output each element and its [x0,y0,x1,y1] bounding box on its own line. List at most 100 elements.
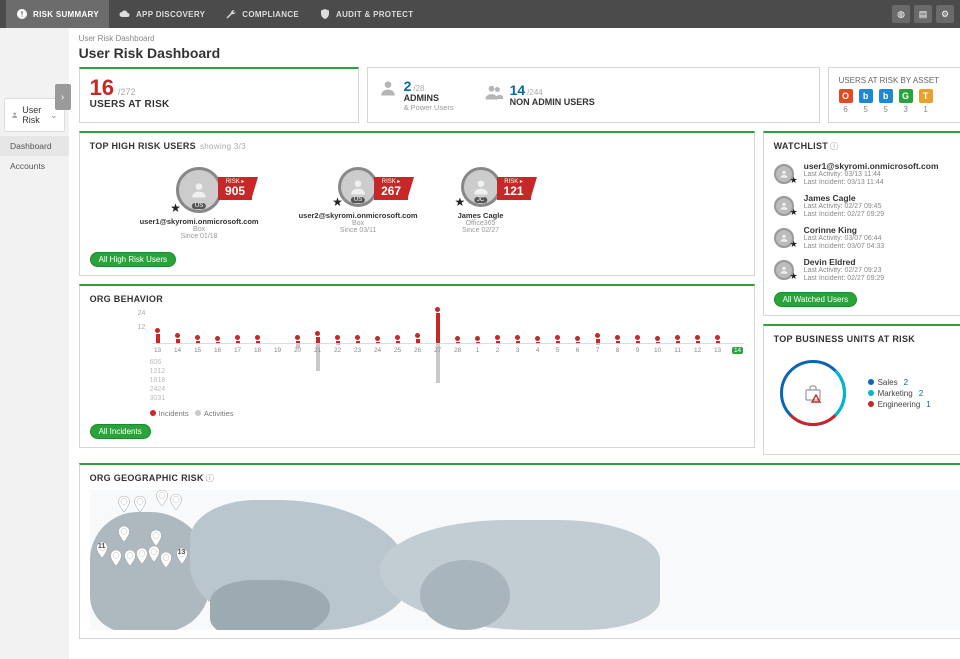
chart-bar[interactable] [672,335,684,344]
chart-bar[interactable] [452,336,464,343]
high-risk-user[interactable]: JC ★ RISK ▸121 James Cagle Office365 Sin… [458,167,504,240]
all-high-risk-users-button[interactable]: All High Risk Users [90,252,176,267]
chart-bar[interactable] [212,336,224,343]
watchlist-item[interactable]: ★ Devin Eldred Last Activity: 02/27 09:2… [774,254,960,286]
header-icon-doc[interactable]: ▤ [914,5,932,23]
incident-dot [675,335,680,340]
map-pin[interactable] [124,550,136,566]
watchlist-item[interactable]: ★ James Cagle Last Activity: 02/27 09:45… [774,190,960,222]
chart-bar[interactable] [512,335,524,344]
chart-bar[interactable] [332,335,344,344]
header-icon-settings[interactable]: ⚙ [936,5,954,23]
chart-bar[interactable] [472,336,484,343]
chart-bar[interactable] [432,307,444,343]
activity-bar [696,343,700,344]
admins-count: 2 [404,78,412,94]
chart-bar[interactable] [412,333,424,343]
tab-app-discovery[interactable]: APP DISCOVERY [109,0,215,28]
section-title: ORG GEOGRAPHIC RISK [90,473,204,483]
map-pin[interactable]: 13 [176,548,188,564]
help-icon[interactable]: ⓘ [206,474,214,483]
card-business-units: TOP BUSINESS UNITS AT RISK Sales 2 Marke… [763,324,960,455]
map-pin[interactable] [118,526,130,542]
bu-value: 2 [919,389,923,398]
activity-bar [176,343,180,344]
chart-bar[interactable] [692,335,704,344]
tab-compliance[interactable]: COMPLIANCE [215,0,309,28]
asset-item[interactable]: b 5 [879,89,893,114]
map-pin[interactable] [136,548,148,564]
chart-bar[interactable] [372,336,384,343]
chart-bar[interactable] [652,336,664,343]
tab-risk-summary[interactable]: RISK SUMMARY [6,0,109,28]
chart-bar[interactable] [612,335,624,344]
bu-name: Engineering [878,400,921,409]
chart-bar[interactable] [232,335,244,344]
sidebar-title-label: User Risk [22,105,46,125]
chart-bar[interactable] [552,335,564,344]
chart-bar[interactable] [572,336,584,343]
asset-item[interactable]: G 3 [899,89,913,114]
bu-legend-item[interactable]: Marketing 2 [868,389,931,398]
chart-bar[interactable] [292,335,304,344]
watchlist-item[interactable]: ★ Corinne King Last Activity: 03/07 06:4… [774,222,960,254]
map-pin[interactable] [160,552,172,568]
map-pin[interactable] [170,494,182,510]
map-pin[interactable] [110,550,122,566]
high-risk-user[interactable]: US ★ RISK ▸905 user1@skyromi.onmicrosoft… [140,167,259,240]
sidebar-item-accounts[interactable]: Accounts [0,156,69,176]
bu-legend-item[interactable]: Engineering 1 [868,400,931,409]
chart-bar[interactable] [312,331,324,343]
map-pin[interactable] [134,496,146,512]
activity-bar [556,343,560,344]
incident-dot [315,331,320,336]
asset-item[interactable]: O 6 [839,89,853,114]
world-map[interactable]: 11 13 [90,490,960,630]
chart-bar[interactable] [192,335,204,344]
ytick: 12 [138,324,146,331]
section-title: WATCHLIST [774,141,829,151]
header-icon-user[interactable]: ◍ [892,5,910,23]
chart-bar[interactable] [152,328,164,343]
section-title: TOP BUSINESS UNITS AT RISK [774,334,960,344]
tab-audit-protect[interactable]: AUDIT & PROTECT [309,0,423,28]
activity-bar [476,343,480,344]
chart-bar[interactable] [532,336,544,343]
all-incidents-button[interactable]: All Incidents [90,424,151,439]
chart-bar[interactable] [632,335,644,344]
bu-legend-item[interactable]: Sales 2 [868,378,931,387]
watchlist-item[interactable]: ★ user1@skyromi.onmicrosoft.com Last Act… [774,158,960,190]
incident-dot [615,335,620,340]
chart-bar[interactable] [352,335,364,344]
x-label: 17 [234,347,241,354]
chart-bar[interactable] [172,333,184,343]
incident-dot [715,335,720,340]
sidebar-item-dashboard[interactable]: Dashboard [0,136,69,156]
chart-bar[interactable] [592,333,604,343]
asset-count: 5 [859,105,873,114]
sidebar-toggle[interactable]: › [55,84,71,110]
chart-bar[interactable] [712,335,724,344]
watch-last-incident: Last Incident: 03/07 04:33 [804,243,885,251]
map-pin[interactable] [148,546,160,562]
map-pin[interactable]: 11 [96,542,108,558]
sidebar-links: Dashboard Accounts [0,136,69,176]
chart-bar[interactable] [392,335,404,344]
x-label: 2 [496,347,500,354]
bu-name: Marketing [878,389,913,398]
x-label: 24 [374,347,381,354]
asset-icon: T [919,89,933,103]
asset-item[interactable]: T 1 [919,89,933,114]
chart-bar[interactable] [252,335,264,344]
high-risk-user[interactable]: US ★ RISK ▸267 user2@skyromi.onmicrosoft… [299,167,418,240]
activity-bar [636,343,640,344]
admins-sublabel: & Power Users [404,103,454,112]
help-icon[interactable]: ⓘ [830,142,838,151]
bu-name: Sales [878,378,898,387]
map-pin[interactable] [150,530,162,546]
chart-bar[interactable] [492,335,504,344]
asset-item[interactable]: b 5 [859,89,873,114]
all-watched-users-button[interactable]: All Watched Users [774,292,858,307]
map-pin[interactable] [118,496,130,512]
map-pin[interactable] [156,490,168,506]
